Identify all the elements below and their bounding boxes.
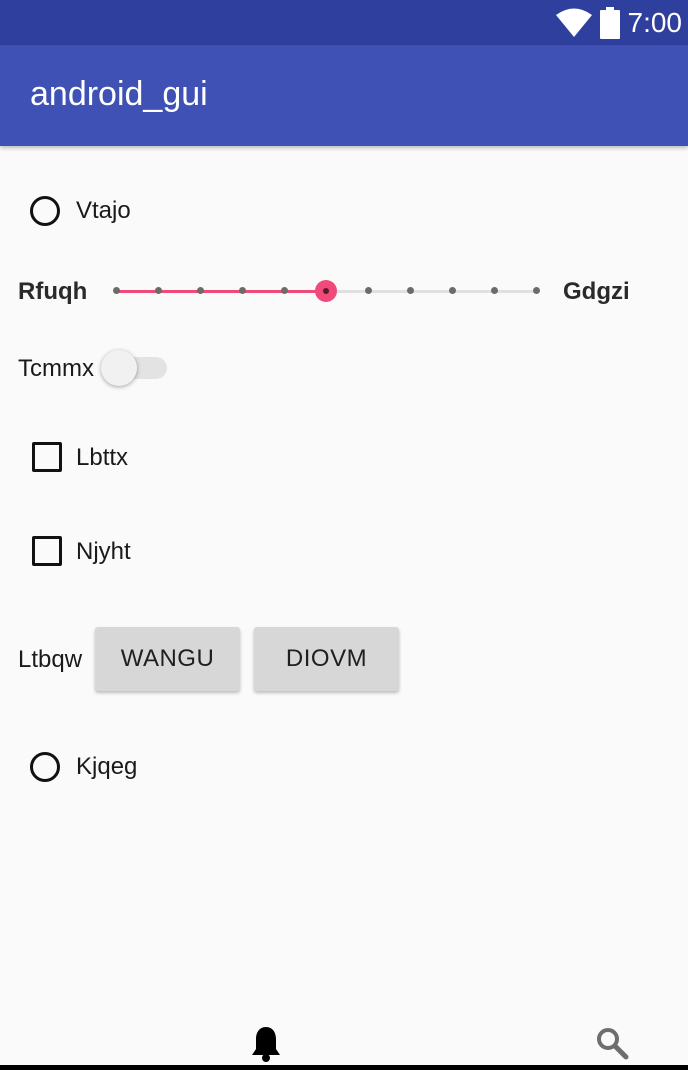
button-row-label: Ltbqw (18, 646, 83, 673)
slider-tick (239, 287, 246, 294)
slider-tick (281, 287, 288, 294)
status-icons: 7:00 (555, 6, 683, 40)
slider-end-label: Gdgzi (563, 278, 630, 305)
slider-tick (533, 287, 540, 294)
wangu-button[interactable]: WANGU (95, 627, 240, 691)
app-title: android_gui (30, 75, 208, 113)
checkbox-lbttx[interactable] (32, 442, 62, 472)
radio-label-vtajo[interactable]: Vtajo (76, 197, 131, 225)
battery-icon (599, 7, 620, 39)
slider-tick (449, 287, 456, 294)
diovm-button[interactable]: DIOVM (254, 627, 399, 691)
radio-button-vtajo[interactable] (30, 196, 60, 226)
slider-tick (155, 287, 162, 294)
status-bar: 7:00 (0, 0, 688, 45)
slider-tick (365, 287, 372, 294)
slider-tick (407, 287, 414, 294)
switch-thumb[interactable] (101, 350, 137, 386)
app-bar: android_gui (0, 45, 688, 146)
radio-button-kjqeg[interactable] (30, 752, 60, 782)
bell-icon[interactable] (250, 1025, 282, 1063)
radio-label-kjqeg[interactable]: Kjqeg (76, 753, 137, 781)
slider-start-label: Rfuqh (18, 278, 88, 305)
slider-tick (197, 287, 204, 294)
checkbox-njyht[interactable] (32, 536, 62, 566)
search-icon[interactable] (595, 1026, 629, 1060)
slider-tick (113, 287, 120, 294)
slider-fill (116, 290, 326, 293)
wifi-icon (555, 8, 592, 37)
slider-thumb[interactable] (315, 280, 337, 302)
status-time: 7:00 (627, 7, 683, 38)
checkbox-label-njyht[interactable]: Njyht (76, 538, 131, 566)
checkbox-label-lbttx[interactable]: Lbttx (76, 444, 128, 472)
slider-tick (491, 287, 498, 294)
switch-label: Tcmmx (18, 355, 94, 382)
bottom-nav-edge (0, 1065, 688, 1070)
slider-thumb-dot (323, 288, 329, 294)
